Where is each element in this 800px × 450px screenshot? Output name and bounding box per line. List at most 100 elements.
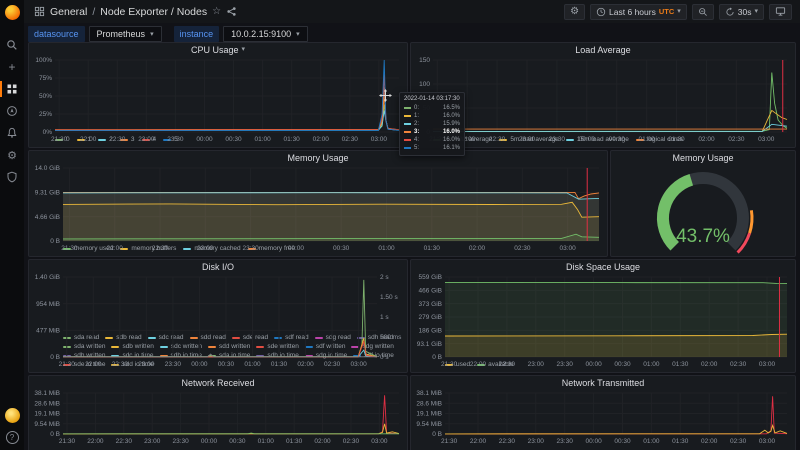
svg-text:23:30: 23:30 (557, 361, 574, 368)
search-icon[interactable] (0, 34, 24, 56)
refresh-button[interactable]: 30s ▾ (718, 3, 764, 20)
svg-text:4.66 GiB: 4.66 GiB (35, 214, 60, 221)
tooltip-rows: 0: 16.5% 1: 16.0% 2: 15.9% 3: 16.0% 4: 16.0% 5: 16.… (404, 104, 460, 152)
svg-text:01:30: 01:30 (668, 136, 685, 143)
top-navigation-bar: General / Node Exporter / Nodes ☆ ⚙ Last… (24, 0, 800, 23)
panel-title[interactable]: Load Average (411, 43, 795, 56)
svg-text:100: 100 (419, 81, 430, 88)
panel-title-text: Network Received (181, 377, 255, 388)
panel-title-text: Memory Usage (287, 152, 349, 163)
svg-text:954 MiB: 954 MiB (36, 301, 60, 308)
user-avatar[interactable] (4, 408, 20, 423)
svg-text:23:00: 23:00 (138, 136, 155, 143)
memory-usage-gauge[interactable]: 43.7% (611, 164, 795, 256)
datasource-select[interactable]: Prometheus ▾ (88, 26, 162, 42)
server-admin-shield-icon[interactable] (0, 166, 24, 188)
dashboard-settings-button[interactable]: ⚙ (564, 3, 586, 20)
tooltip-row: 0: 16.5% (404, 104, 460, 112)
svg-text:01:30: 01:30 (424, 245, 441, 252)
memory-usage-chart[interactable]: 14.0 GiB 9.31 GiB 4.66 GiB 0 B 21:30 22:00 22:… (29, 164, 607, 252)
svg-text:21:30: 21:30 (59, 361, 76, 368)
svg-text:1.50 s: 1.50 s (380, 294, 398, 301)
svg-text:00:00: 00:00 (201, 438, 218, 445)
time-range-picker[interactable]: Last 6 hours UTC ▾ (590, 3, 687, 20)
panel-disk-io: Disk I/O 1.40 GiB 954 MiB 477 MiB 0 B2 s 1.5… (28, 259, 408, 373)
panel-memory-usage: Memory Usage 14.0 GiB 9.31 GiB 4.66 GiB 0 B… (28, 150, 608, 257)
svg-text:00:00: 00:00 (585, 438, 602, 445)
panel-title[interactable]: Network Received (29, 376, 407, 389)
caret-down-icon: ▾ (754, 8, 758, 15)
svg-text:186 GiB: 186 GiB (419, 328, 443, 335)
svg-text:21:30: 21:30 (51, 136, 68, 143)
alerting-bell-icon[interactable] (0, 122, 24, 144)
dashboards-icon[interactable] (0, 78, 24, 100)
tooltip-row: 3: 16.0% (404, 128, 460, 136)
variable-label: datasource (28, 26, 85, 42)
network-transmitted-chart[interactable]: 38.1 MiB 28.6 MiB 19.1 MiB 9.54 MiB 0 B 21:30… (411, 389, 795, 445)
breadcrumb-dashboard-title[interactable]: Node Exporter / Nodes (100, 6, 207, 18)
svg-text:01:00: 01:00 (643, 438, 660, 445)
favorite-star-icon[interactable]: ☆ (212, 6, 221, 17)
svg-text:1 s: 1 s (380, 314, 389, 321)
monitor-icon (775, 6, 786, 17)
svg-text:23:30: 23:30 (172, 438, 189, 445)
svg-text:279 GiB: 279 GiB (419, 314, 443, 321)
load-average-chart[interactable]: 15010050021:3022:0022:3023:0023:3000:000… (411, 56, 795, 143)
svg-text:02:30: 02:30 (343, 438, 360, 445)
svg-text:01:00: 01:00 (244, 361, 261, 368)
panel-title-text: Load Average (575, 44, 631, 55)
svg-text:01:30: 01:30 (672, 361, 689, 368)
network-received-chart[interactable]: 38.1 MiB 28.6 MiB 19.1 MiB 9.54 MiB 0 B 21:30… (29, 389, 407, 445)
share-icon[interactable] (226, 6, 237, 17)
grafana-logo-icon[interactable] (4, 5, 20, 20)
svg-text:75%: 75% (39, 75, 52, 82)
explore-compass-icon[interactable] (0, 100, 24, 122)
svg-text:19.1 MiB: 19.1 MiB (416, 411, 442, 418)
svg-text:00:00: 00:00 (288, 245, 305, 252)
panel-title[interactable]: Network Transmitted (411, 376, 795, 389)
disk-io-chart[interactable]: 1.40 GiB 954 MiB 477 MiB 0 B2 s 1.50 s1 s 500… (29, 273, 407, 368)
sidebar: + ⚙ ? (0, 0, 24, 450)
svg-text:28.6 MiB: 28.6 MiB (34, 400, 60, 407)
svg-text:01:30: 01:30 (286, 438, 303, 445)
variable-label: instance (173, 26, 220, 42)
panel-title[interactable]: Disk I/O (29, 260, 407, 273)
svg-text:9.31 GiB: 9.31 GiB (35, 190, 60, 197)
svg-text:23:00: 23:00 (138, 361, 155, 368)
svg-text:02:30: 02:30 (730, 438, 747, 445)
svg-text:22:30: 22:30 (499, 438, 516, 445)
panel-title[interactable]: Memory Usage (29, 151, 607, 164)
timezone-label: UTC (658, 7, 675, 16)
breadcrumb-folder[interactable]: General (50, 6, 87, 18)
zoom-out-button[interactable] (691, 3, 714, 20)
svg-text:00:30: 00:30 (229, 438, 246, 445)
svg-text:22:00: 22:00 (470, 361, 487, 368)
panel-title-text: Disk Space Usage (565, 261, 641, 272)
svg-text:03:00: 03:00 (759, 361, 776, 368)
svg-text:14.0 GiB: 14.0 GiB (35, 165, 60, 172)
svg-text:02:30: 02:30 (342, 136, 359, 143)
panel-title-text: Disk I/O (201, 261, 234, 272)
svg-text:477 MiB: 477 MiB (36, 328, 60, 335)
tooltip-row: 1: 16.0% (404, 112, 460, 120)
svg-text:21:30: 21:30 (61, 245, 78, 252)
panel-menu-caret-icon: ▾ (241, 46, 246, 53)
disk-space-usage-chart[interactable]: 559 GiB 466 GiB 373 GiB 279 GiB 186 GiB 93.1 … (411, 273, 795, 368)
instance-select[interactable]: 10.0.2.15:9100 ▾ (223, 26, 308, 42)
create-plus-icon[interactable]: + (0, 56, 24, 78)
svg-text:38.1 MiB: 38.1 MiB (416, 390, 442, 397)
svg-text:22:30: 22:30 (116, 438, 133, 445)
svg-text:50%: 50% (39, 93, 52, 100)
svg-text:02:30: 02:30 (730, 361, 747, 368)
svg-text:22:30: 22:30 (499, 361, 516, 368)
panel-title[interactable]: Memory Usage (611, 151, 795, 164)
panel-title[interactable]: Disk Space Usage (411, 260, 795, 273)
help-icon[interactable]: ? (5, 431, 19, 444)
svg-text:02:00: 02:00 (701, 361, 718, 368)
configuration-gear-icon[interactable]: ⚙ (0, 144, 24, 166)
panel-title[interactable]: CPU Usage ▾ (29, 43, 407, 56)
cpu-usage-chart[interactable]: 100% 75% 50% 25% 0% 21:30 22:00 22:30 23:00 23:30… (29, 56, 407, 143)
kiosk-mode-button[interactable] (769, 3, 792, 20)
breadcrumb: General / Node Exporter / Nodes ☆ (34, 6, 237, 18)
svg-text:22:30: 22:30 (489, 136, 506, 143)
